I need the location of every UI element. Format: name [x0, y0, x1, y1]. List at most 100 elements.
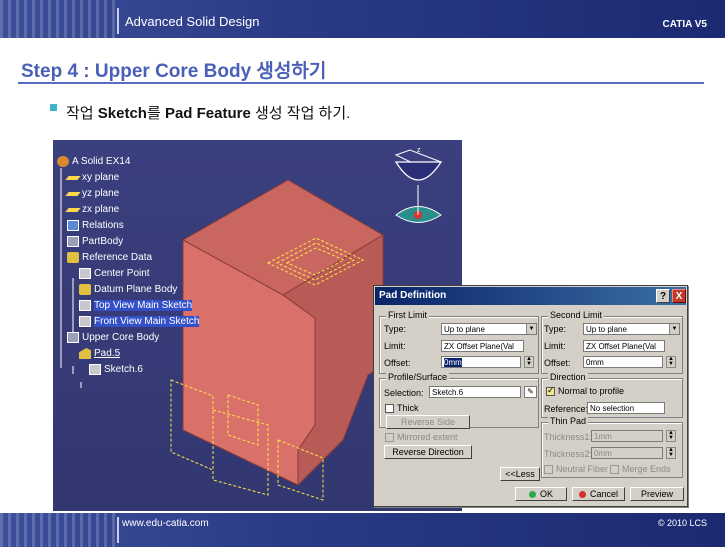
tree-node-zx-plane[interactable]: zx plane: [65, 204, 120, 215]
ok-icon: [528, 491, 536, 498]
tree-node-root[interactable]: A Solid EX14: [57, 156, 130, 167]
thickness2-field[interactable]: 0mm: [591, 447, 663, 459]
selection-value: Sketch.6: [432, 388, 464, 397]
first-offset-field[interactable]: 0mm: [441, 356, 521, 368]
ok-label: OK: [539, 489, 553, 499]
less-button[interactable]: <<Less: [500, 467, 540, 481]
chevron-down-icon[interactable]: ▼: [669, 324, 679, 334]
header-pattern: [0, 0, 120, 38]
first-limit-title: First Limit: [386, 310, 429, 320]
first-limit-value: ZX Offset Plane(Val: [444, 342, 514, 351]
reverse-direction-button[interactable]: Reverse Direction: [384, 445, 472, 459]
plane-icon: [65, 207, 81, 212]
bullet-icon: [50, 104, 57, 111]
footer-copyright: © 2010 LCS: [657, 518, 707, 528]
tree-node-label: Datum Plane Body: [94, 284, 178, 295]
second-offset-spinner[interactable]: ▲ ▼: [666, 356, 676, 368]
thick-checkbox[interactable]: [385, 404, 394, 413]
sketch-icon: [89, 364, 101, 375]
second-limit-value: ZX Offset Plane(Val: [586, 342, 656, 351]
thickness1-field[interactable]: 1mm: [591, 430, 663, 442]
help-button[interactable]: ?: [656, 289, 670, 303]
tree-node-datum-plane-body[interactable]: Datum Plane Body: [79, 284, 177, 295]
reference-value: No selection: [590, 404, 635, 413]
selection-field[interactable]: Sketch.6: [429, 386, 521, 398]
second-offset-label: Offset:: [544, 358, 571, 368]
relations-icon: [67, 220, 79, 231]
bullet-text-part: 생성 작업 하기.: [250, 105, 351, 122]
header-separator: [117, 8, 119, 34]
tree-node-label: zx plane: [82, 204, 120, 215]
ok-button[interactable]: OK: [515, 487, 567, 501]
tree-node-relations[interactable]: Relations: [67, 220, 124, 231]
tree-node-reference-data[interactable]: Reference Data: [67, 252, 152, 263]
tree-node-upper-core-body[interactable]: Upper Core Body: [67, 332, 159, 343]
sketch-icon: [79, 300, 91, 311]
second-offset-value: 0mm: [586, 358, 604, 367]
bullet-text-part: 작업: [66, 105, 98, 122]
first-offset-spinner[interactable]: ▲ ▼: [524, 356, 534, 368]
tree-node-label: PartBody: [82, 236, 124, 247]
second-type-select[interactable]: Up to plane ▼: [583, 323, 680, 335]
cancel-label: Cancel: [589, 489, 618, 499]
neutral-fiber-checkbox[interactable]: [544, 465, 553, 474]
first-limit-field[interactable]: ZX Offset Plane(Val: [441, 340, 524, 352]
tree-node-label: Pad.5: [94, 348, 121, 359]
footer-separator: [117, 517, 119, 543]
second-offset-field[interactable]: 0mm: [583, 356, 663, 368]
merge-ends-checkbox[interactable]: [610, 465, 619, 474]
tree-node-label: Sketch.6: [104, 364, 143, 375]
sketch-edit-icon[interactable]: ✎: [524, 386, 537, 398]
tree-node-label: Upper Core Body: [82, 332, 160, 343]
chevron-down-icon[interactable]: ▼: [526, 324, 536, 334]
footer-pattern: [0, 513, 120, 547]
tree-node-pad5[interactable]: Pad.5: [79, 348, 120, 359]
body-icon: [67, 332, 79, 343]
first-offset-value: 0mm: [444, 358, 462, 367]
normal-to-profile-checkbox[interactable]: [546, 385, 555, 396]
close-button[interactable]: X: [672, 289, 686, 303]
pad-definition-dialog: Pad Definition ? X First Limit Type: Up …: [373, 285, 688, 507]
first-offset-label: Offset:: [384, 358, 411, 368]
bullet-text-part: Sketch: [97, 105, 147, 122]
tree-node-center-point[interactable]: Center Point: [79, 268, 150, 279]
thickness1-spinner[interactable]: ▲ ▼: [666, 430, 676, 442]
reverse-side-button[interactable]: Reverse Side: [386, 415, 470, 429]
slide-header: [0, 0, 725, 38]
tree-node-xy-plane[interactable]: xy plane: [65, 172, 120, 183]
preview-button[interactable]: Preview: [630, 487, 684, 501]
cancel-button[interactable]: Cancel: [572, 487, 625, 501]
tree-node-label: xy plane: [82, 172, 120, 183]
thickness2-label: Thickness2:: [544, 449, 593, 459]
footer-url[interactable]: www.edu-catia.com: [122, 518, 209, 529]
bullet-text-part: Pad Feature: [164, 105, 251, 122]
thickness1-label: Thickness1:: [544, 432, 593, 442]
cancel-icon: [578, 491, 586, 498]
slide-footer: [0, 513, 725, 547]
body-icon: [67, 236, 79, 247]
sketch-icon: [79, 316, 91, 327]
first-type-value: Up to plane: [444, 325, 485, 334]
dialog-titlebar[interactable]: Pad Definition ? X: [375, 287, 686, 305]
step-title: Step 4 : Upper Core Body 생성하기: [21, 61, 327, 82]
tree-node-yz-plane[interactable]: yz plane: [65, 188, 119, 199]
selection-label: Selection:: [384, 388, 424, 398]
sketch-icon: [79, 268, 91, 279]
tree-node-partbody[interactable]: PartBody: [67, 236, 123, 247]
thickness2-spinner[interactable]: ▲ ▼: [666, 447, 676, 459]
tree-node-label: Reference Data: [82, 252, 153, 263]
tree-node-front-view-main-sketch[interactable]: Front View Main Sketch: [79, 316, 200, 327]
second-limit-field[interactable]: ZX Offset Plane(Val: [583, 340, 665, 352]
neutral-fiber-label: Neutral Fiber: [556, 464, 609, 474]
mirrored-extent-checkbox[interactable]: [385, 433, 394, 442]
tree-node-top-view-main-sketch[interactable]: Top View Main Sketch: [79, 300, 193, 311]
first-type-select[interactable]: Up to plane ▼: [441, 323, 537, 335]
slide-header-product: CATIA V5: [662, 19, 707, 30]
second-type-value: Up to plane: [586, 325, 627, 334]
second-limit-title: Second Limit: [548, 310, 605, 320]
tree-node-sketch6[interactable]: Sketch.6: [89, 364, 143, 375]
compass-icon[interactable]: z: [394, 147, 443, 223]
direction-title: Direction: [548, 372, 588, 382]
reference-field[interactable]: No selection: [587, 402, 665, 414]
reference-label: Reference:: [544, 404, 589, 414]
